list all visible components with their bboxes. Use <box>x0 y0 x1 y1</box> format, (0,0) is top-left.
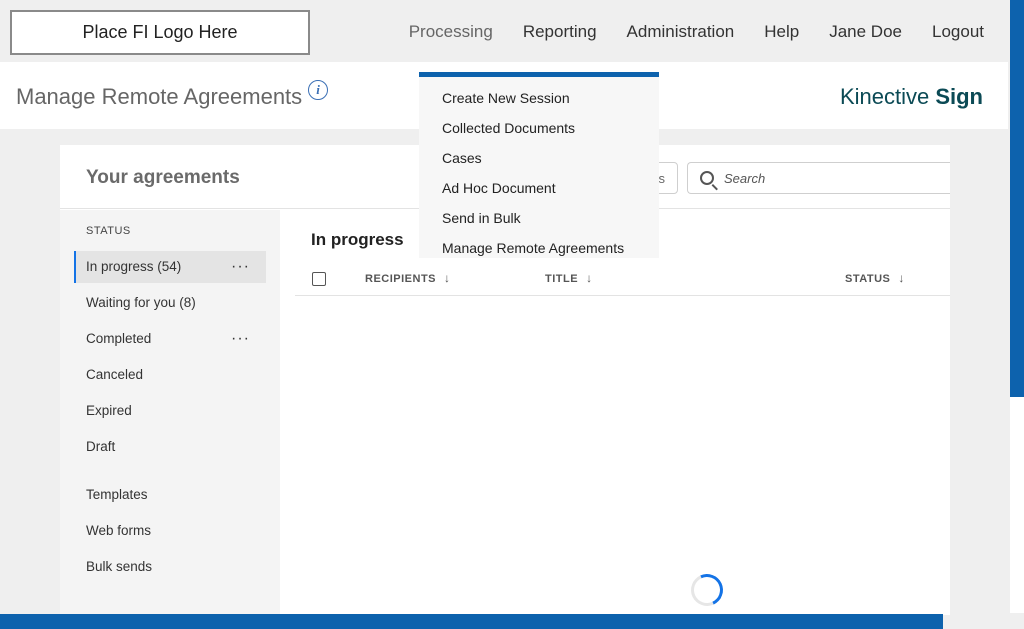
brand-name-bold: Sign <box>935 84 983 109</box>
sort-arrow-icon: ↓ <box>586 271 593 285</box>
sidebar-item-web-forms[interactable]: Web forms <box>74 515 266 547</box>
menu-item-create-new-session[interactable]: Create New Session <box>442 90 570 106</box>
sidebar-item-in-progress[interactable]: In progress (54) ··· <box>74 251 266 283</box>
nav-help[interactable]: Help <box>764 22 799 42</box>
logo-placeholder: Place FI Logo Here <box>10 10 310 55</box>
sidebar-item-label: In progress (54) <box>86 259 182 274</box>
sidebar-item-label: Templates <box>86 487 148 502</box>
footer-bar <box>0 614 943 629</box>
nav-menu: Processing Reporting Administration Help… <box>409 22 984 42</box>
filter-button-label: s <box>658 170 666 186</box>
section-title: In progress <box>311 230 404 249</box>
search-placeholder: Search <box>724 171 766 186</box>
sidebar-item-bulk-sends[interactable]: Bulk sends <box>74 551 266 583</box>
search-input[interactable]: Search <box>687 162 950 194</box>
menu-item-ad-hoc-document[interactable]: Ad Hoc Document <box>442 180 556 196</box>
table-header: RECIPIENTS ↓ TITLE ↓ STATUS ↓ <box>295 262 950 296</box>
sidebar-item-label: Bulk sends <box>86 559 153 574</box>
loading-spinner-icon <box>686 569 728 611</box>
column-title[interactable]: TITLE ↓ <box>545 271 593 285</box>
agreements-list: In progress RECIPIENTS ↓ TITLE ↓ STATUS ↓ <box>295 210 950 615</box>
menu-item-cases[interactable]: Cases <box>442 150 482 166</box>
menu-item-manage-remote-agreements[interactable]: Manage Remote Agreements <box>442 240 624 256</box>
sidebar-item-draft[interactable]: Draft <box>74 431 266 463</box>
info-icon[interactable]: i <box>308 80 328 100</box>
status-sidebar: STATUS In progress (54) ··· Waiting for … <box>60 210 280 615</box>
brand-name: Kinective <box>839 84 936 109</box>
sort-arrow-icon: ↓ <box>444 271 451 285</box>
more-options-icon[interactable]: ··· <box>231 323 250 355</box>
status-label: STATUS <box>86 225 131 237</box>
sidebar-item-label: Canceled <box>86 367 144 382</box>
card-title: Your agreements <box>86 167 240 188</box>
select-all-checkbox[interactable] <box>312 272 326 286</box>
page-title: Manage Remote Agreements <box>16 84 303 109</box>
column-status[interactable]: STATUS ↓ <box>845 271 905 285</box>
nav-logout[interactable]: Logout <box>932 22 984 42</box>
sidebar-item-label: Draft <box>86 439 116 454</box>
menu-item-send-in-bulk[interactable]: Send in Bulk <box>442 210 521 226</box>
sidebar-item-label: Waiting for you (8) <box>86 295 196 310</box>
sidebar-item-label: Expired <box>86 403 132 418</box>
nav-administration[interactable]: Administration <box>627 22 735 42</box>
column-label: TITLE <box>545 273 579 285</box>
brand-logo: Kinective Sign <box>840 84 983 110</box>
top-navigation: Place FI Logo Here Processing Reporting … <box>0 0 1010 62</box>
sidebar-item-canceled[interactable]: Canceled <box>74 359 266 391</box>
column-recipients[interactable]: RECIPIENTS ↓ <box>365 271 451 285</box>
processing-dropdown-menu: Create New Session Collected Documents C… <box>419 72 659 258</box>
right-edge-blank <box>1010 397 1024 613</box>
sidebar-item-label: Web forms <box>86 523 152 538</box>
menu-item-collected-documents[interactable]: Collected Documents <box>442 120 575 136</box>
column-label: STATUS <box>845 273 891 285</box>
search-icon <box>700 171 714 185</box>
nav-processing[interactable]: Processing <box>409 22 493 42</box>
right-edge-bar <box>1010 0 1024 397</box>
column-label: RECIPIENTS <box>365 273 437 285</box>
nav-reporting[interactable]: Reporting <box>523 22 597 42</box>
sidebar-item-templates[interactable]: Templates <box>74 479 266 511</box>
sidebar-item-completed[interactable]: Completed ··· <box>74 323 266 355</box>
sort-arrow-icon: ↓ <box>898 271 905 285</box>
nav-user-name[interactable]: Jane Doe <box>829 22 902 42</box>
sidebar-item-waiting[interactable]: Waiting for you (8) <box>74 287 266 319</box>
more-options-icon[interactable]: ··· <box>231 251 250 283</box>
sidebar-item-label: Completed <box>86 331 152 346</box>
sidebar-item-expired[interactable]: Expired <box>74 395 266 427</box>
